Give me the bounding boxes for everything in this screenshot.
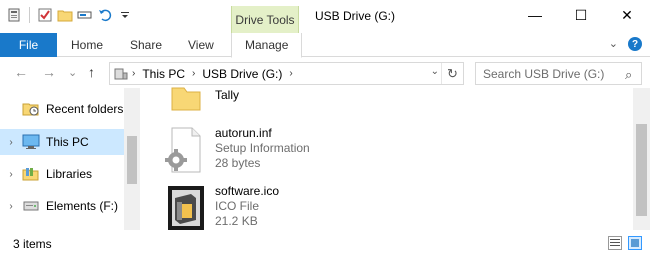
toolbar-separator (29, 7, 30, 23)
nav-item-this-pc[interactable]: › This PC (0, 129, 124, 155)
setup-file-icon (160, 126, 208, 174)
nav-pane-scrollbar-thumb[interactable] (127, 136, 137, 184)
window-controls: — ☐ ✕ (512, 0, 650, 30)
tab-home[interactable]: Home (71, 33, 103, 57)
ribbon-tabs: File Home Share View Manage ⌄ ? (0, 33, 650, 58)
breadcrumb-this-pc[interactable]: This PC (142, 67, 185, 81)
tab-share[interactable]: Share (130, 33, 162, 57)
nav-pane-scrollbar[interactable] (124, 88, 140, 230)
drive-icon (22, 198, 40, 214)
navigation-bar: ← → ⌄ ↑ › This PC › USB Drive (G:) › ⌄ ↻… (0, 58, 650, 88)
address-separator[interactable]: › (132, 68, 135, 79)
customize-dropdown-icon[interactable] (117, 7, 133, 23)
undo-icon[interactable] (97, 7, 113, 23)
folder-icon (160, 84, 208, 132)
close-button[interactable]: ✕ (604, 0, 650, 30)
breadcrumb-usb-drive[interactable]: USB Drive (G:) (202, 67, 282, 81)
search-input[interactable]: Search USB Drive (G:) (475, 62, 642, 85)
expand-chevron-icon[interactable]: › (0, 201, 22, 212)
file-size: 28 bytes (215, 156, 261, 170)
item-count: 3 items (13, 237, 52, 251)
window-title: USB Drive (G:) (315, 9, 396, 23)
refresh-icon[interactable]: ↻ (441, 63, 463, 84)
list-item[interactable]: autorun.inf Setup Information 28 bytes (160, 126, 310, 178)
computer-icon (22, 134, 40, 150)
nav-item-recent-folders[interactable]: Recent folders (0, 96, 124, 122)
tab-manage[interactable]: Manage (231, 33, 303, 58)
address-bar[interactable]: › This PC › USB Drive (G:) › ⌄ ↻ (109, 62, 464, 85)
nav-item-label: Recent folders (46, 102, 124, 116)
search-icon[interactable]: ⌕ (625, 67, 632, 83)
file-size: 21.2 KB (215, 214, 258, 228)
nav-item-libraries[interactable]: › Libraries (0, 161, 124, 187)
quick-access-toolbar (6, 7, 133, 23)
checkmark-icon[interactable] (37, 7, 53, 23)
maximize-button[interactable]: ☐ (558, 0, 604, 30)
expand-chevron-icon[interactable]: › (0, 169, 22, 180)
computer-small-icon (110, 67, 132, 81)
ico-file-icon (160, 184, 208, 232)
details-view-icon[interactable] (608, 236, 622, 250)
nav-item-elements-drive[interactable]: › Elements (F:) (0, 193, 124, 219)
file-type: ICO File (215, 199, 260, 213)
navigation-pane: Recent folders › This PC › Libraries › E… (0, 88, 140, 230)
nav-item-label: Elements (F:) (46, 199, 119, 213)
status-bar: 3 items (0, 230, 650, 257)
up-arrow-icon[interactable]: ↑ (88, 64, 95, 80)
expand-chevron-icon[interactable]: › (0, 137, 22, 148)
file-name: software.ico (215, 184, 280, 198)
new-folder-icon[interactable] (57, 7, 73, 23)
libraries-icon (22, 166, 40, 182)
title-bar: Drive Tools USB Drive (G:) — ☐ ✕ (0, 0, 650, 33)
minimize-button[interactable]: — (512, 0, 558, 30)
file-name: autorun.inf (215, 126, 272, 140)
help-icon[interactable]: ? (628, 37, 642, 51)
drive-tools-context-tab: Drive Tools (231, 6, 299, 33)
expand-ribbon-icon[interactable]: ⌄ (609, 37, 618, 51)
nav-item-label: This PC (46, 135, 89, 149)
recent-locations-chevron-icon[interactable]: ⌄ (68, 66, 77, 79)
back-arrow-icon[interactable]: ← (14, 64, 28, 80)
tab-view[interactable]: View (188, 33, 214, 57)
recent-folders-icon (22, 101, 40, 117)
file-name: Tally (215, 88, 240, 102)
address-separator[interactable]: › (192, 68, 195, 79)
file-type: Setup Information (215, 141, 310, 155)
view-switcher (608, 236, 642, 250)
rename-icon[interactable] (77, 7, 93, 23)
address-separator[interactable]: › (289, 68, 292, 79)
properties-icon[interactable] (6, 7, 22, 23)
tab-file[interactable]: File (0, 33, 57, 57)
forward-arrow-icon[interactable]: → (42, 64, 56, 80)
nav-item-label: Libraries (46, 167, 93, 181)
file-list-scrollbar[interactable] (633, 88, 650, 230)
large-icons-view-icon[interactable] (628, 236, 642, 250)
address-dropdown-icon[interactable]: ⌄ (431, 66, 439, 77)
file-list: Tally autorun.inf Setup Information 28 b… (140, 87, 633, 230)
file-list-scrollbar-thumb[interactable] (636, 124, 647, 216)
list-item[interactable]: software.ico ICO File 21.2 KB (160, 184, 279, 236)
ribbon-right-controls: ⌄ ? (609, 37, 642, 51)
